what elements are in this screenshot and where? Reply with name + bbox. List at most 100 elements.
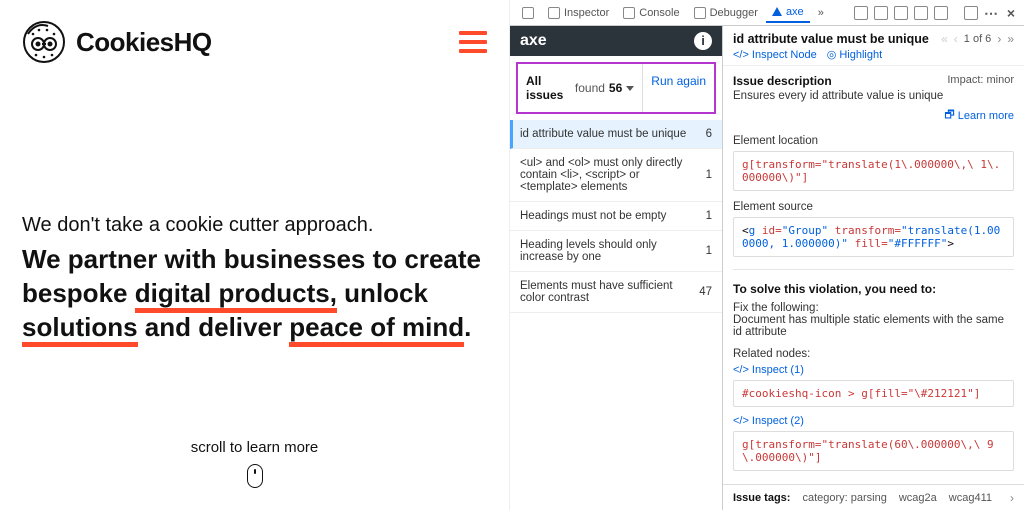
devtools-dock-icon[interactable] <box>964 6 978 20</box>
external-link-icon: 🗗 <box>944 106 954 125</box>
devtools-noentry-icon[interactable] <box>934 6 948 20</box>
scroll-text: scroll to learn more <box>0 439 509 456</box>
impact-label: Impact: minor <box>947 74 1014 86</box>
issue-row[interactable]: <ul> and <ol> must only directly contain… <box>510 149 722 202</box>
tag-wcag411: wcag411 <box>949 492 992 504</box>
cookie-logo-icon <box>22 20 66 64</box>
inspect-1-label: Inspect (1) <box>752 364 804 376</box>
hero-line2a: bespoke <box>22 278 135 308</box>
axe-info-icon[interactable]: i <box>694 32 712 50</box>
all-issues-label: All issues <box>526 74 571 102</box>
site-logo[interactable]: CookiesHQ <box>22 20 212 64</box>
issue-list: id attribute value must be unique6 <ul> … <box>510 120 722 313</box>
related-node-2-value: g[transform="translate(60\.000000\,\ 9\.… <box>742 438 994 464</box>
hero: We don't take a cookie cutter approach. … <box>22 214 487 344</box>
element-location-heading: Element location <box>733 135 1014 147</box>
code-icon: </> <box>733 49 749 61</box>
code-icon: </> <box>733 415 749 427</box>
hero-headline: We partner with businesses to create bes… <box>22 243 487 344</box>
axe-brand: axe <box>520 32 547 50</box>
code-icon: </> <box>733 364 749 376</box>
hero-underline-3: peace of mind <box>289 312 464 347</box>
learn-more-label: Learn more <box>958 110 1014 122</box>
issue-tags-bar: Issue tags: category: parsing wcag2a wca… <box>723 484 1024 510</box>
tab-debugger[interactable]: Debugger <box>688 4 764 22</box>
hero-underline-1: digital products, <box>135 278 337 313</box>
src-attr-fill: fill= <box>848 237 888 250</box>
hero-underline-2: solutions <box>22 312 138 347</box>
learn-more-link[interactable]: 🗗 Learn more <box>944 106 1014 125</box>
inspect-node-link[interactable]: </>Inspect Node <box>733 48 817 61</box>
scroll-hint: scroll to learn more <box>0 439 509 488</box>
issue-label: id attribute value must be unique <box>520 128 686 140</box>
issue-count: 1 <box>706 245 712 257</box>
dropdown-caret-icon <box>626 86 634 91</box>
issue-count: 47 <box>699 286 712 298</box>
detail-header: id attribute value must be unique </>Ins… <box>723 26 1024 66</box>
devtools-layout-icon-1[interactable] <box>854 6 868 20</box>
highlight-label: Highlight <box>839 49 882 61</box>
issue-row[interactable]: Headings must not be empty 1 <box>510 202 722 231</box>
issue-label: Headings must not be empty <box>520 210 666 222</box>
issue-label: Heading levels should only increase by o… <box>520 239 698 263</box>
src-val-id: "Group" <box>782 224 828 237</box>
hero-line1: We partner with businesses to create <box>22 244 481 274</box>
axe-issue-list-pane: axe i All issues found 56 Run again id a… <box>510 26 723 510</box>
hamburger-menu-button[interactable] <box>459 31 487 53</box>
tab-debugger-label: Debugger <box>710 7 758 19</box>
target-icon: ◎ <box>827 48 837 61</box>
tag-category: category: parsing <box>802 492 886 504</box>
tabs-overflow[interactable]: » <box>812 4 830 22</box>
pager-last-button[interactable]: » <box>1007 32 1014 46</box>
issues-filter-dropdown[interactable]: All issues found 56 <box>518 64 642 112</box>
highlight-link[interactable]: ◎Highlight <box>827 48 882 61</box>
tags-next-button[interactable]: › <box>1010 491 1014 505</box>
devtools-close-icon[interactable]: × <box>1004 6 1018 20</box>
pager-first-button[interactable]: « <box>941 32 948 46</box>
element-location-value: g[transform="translate(1\.000000\,\ 1\.0… <box>742 158 1000 184</box>
tab-console-label: Console <box>639 7 679 19</box>
debugger-icon <box>694 7 706 19</box>
tab-axe[interactable]: axe <box>766 3 810 23</box>
hero-subtitle: We don't take a cookie cutter approach. <box>22 214 487 237</box>
pager-position: 1 of 6 <box>964 33 992 45</box>
detail-body[interactable]: Impact: minor Issue description Ensures … <box>723 66 1024 484</box>
issue-row[interactable]: Heading levels should only increase by o… <box>510 231 722 272</box>
devtools-menu-icon[interactable]: ⋯ <box>984 6 998 20</box>
found-label: found <box>575 81 605 95</box>
hero-line3b: and deliver <box>138 312 290 342</box>
inspect-node-1-link[interactable]: </>Inspect (1) <box>733 364 1014 376</box>
inspect-node-2-link[interactable]: </>Inspect (2) <box>733 415 1014 427</box>
pager-next-button[interactable]: › <box>997 32 1001 46</box>
tab-inspector-label: Inspector <box>564 7 609 19</box>
run-again-button[interactable]: Run again <box>642 64 714 112</box>
inspect-node-label: Inspect Node <box>752 49 817 61</box>
solve-heading: To solve this violation, you need to: <box>733 282 1014 296</box>
issue-row[interactable]: Elements must have sufficient color cont… <box>510 272 722 313</box>
divider <box>733 269 1014 270</box>
devtools-layout-icon-3[interactable] <box>894 6 908 20</box>
console-icon <box>623 7 635 19</box>
axe-header: axe i <box>510 26 722 56</box>
issue-count: 1 <box>706 210 712 222</box>
devtools-pane: Inspector Console Debugger axe » ⋯ × <box>510 0 1024 510</box>
fix-text: Document has multiple static elements wi… <box>733 314 1014 338</box>
tag-wcag2a: wcag2a <box>899 492 937 504</box>
inspect-2-label: Inspect (2) <box>752 415 804 427</box>
src-attr-tr: transform= <box>828 224 901 237</box>
tab-console[interactable]: Console <box>617 4 685 22</box>
devtools-layout-icon-4[interactable] <box>914 6 928 20</box>
inspector-icon <box>548 7 560 19</box>
src-open: < <box>742 224 749 237</box>
rdm-icon <box>522 7 534 19</box>
rdm-toggle[interactable] <box>516 4 540 22</box>
tab-inspector[interactable]: Inspector <box>542 4 615 22</box>
axe-icon <box>772 7 782 16</box>
devtools-layout-icon-2[interactable] <box>874 6 888 20</box>
detail-title: id attribute value must be unique <box>733 32 929 46</box>
issue-count: 1 <box>706 169 712 181</box>
devtools-tabbar: Inspector Console Debugger axe » ⋯ × <box>510 0 1024 26</box>
axe-summary-bar: All issues found 56 Run again <box>516 62 716 114</box>
issue-row[interactable]: id attribute value must be unique6 <box>510 120 722 149</box>
pager-prev-button[interactable]: ‹ <box>954 32 958 46</box>
